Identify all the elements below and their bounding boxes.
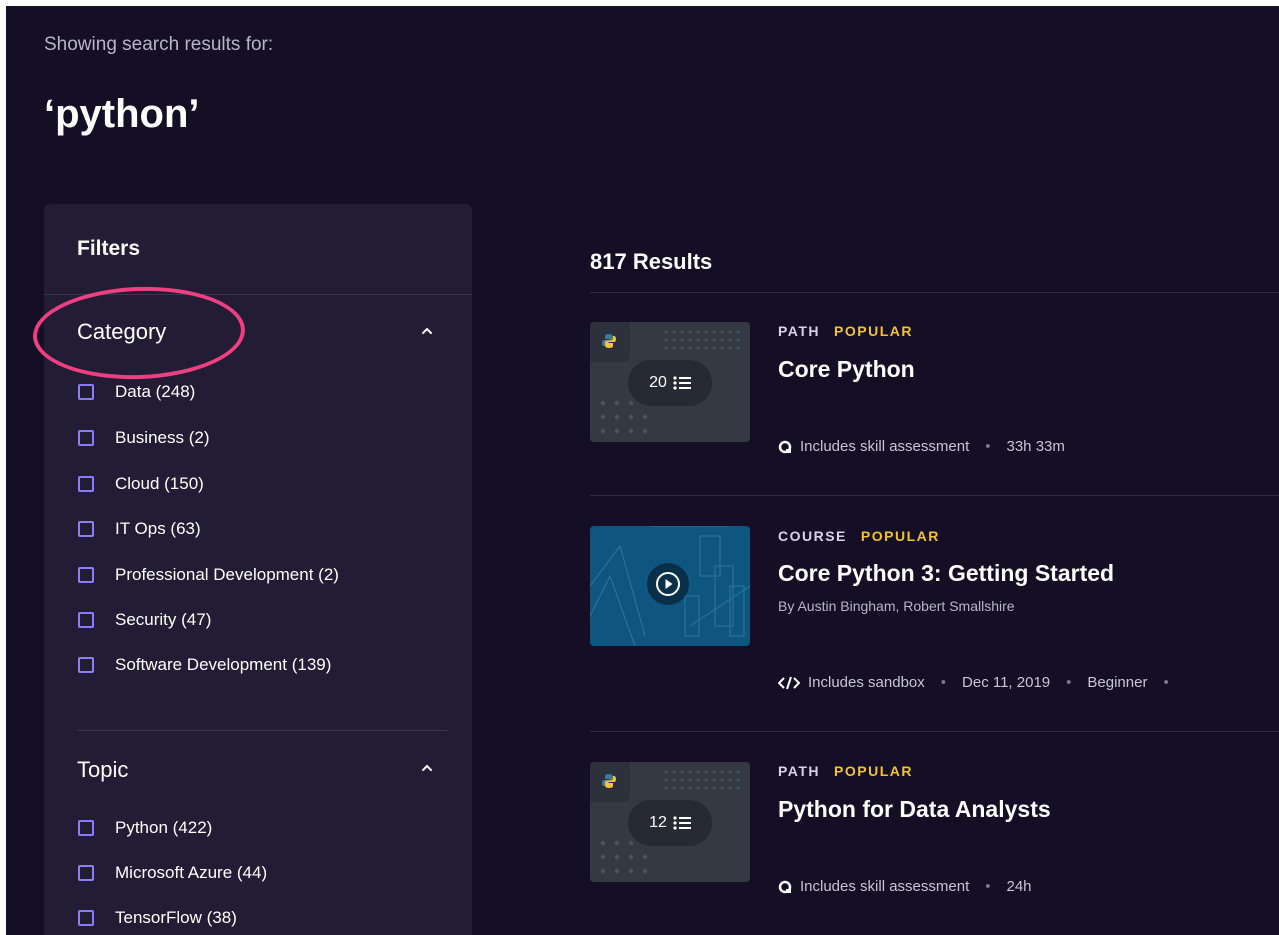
checkbox[interactable] (78, 430, 94, 446)
play-button[interactable] (647, 563, 689, 605)
info-date: Dec 11, 2019 (962, 674, 1051, 691)
python-badge (590, 322, 630, 362)
python-badge (590, 762, 630, 802)
filter-option-label: Data (248) (115, 382, 196, 401)
result-authors: By Austin Bingham, Robert Smallshire (778, 598, 1015, 614)
result-thumbnail[interactable]: 20 (590, 322, 750, 442)
filter-option-label: Microsoft Azure (44) (115, 863, 268, 882)
info-duration: 33h 33m (1006, 438, 1065, 455)
search-label: Showing search results for: (44, 34, 274, 55)
checkbox[interactable] (78, 612, 94, 628)
checkbox[interactable] (78, 476, 94, 492)
results-divider (590, 495, 1279, 496)
separator-dot: • (1066, 674, 1072, 691)
decorative-pattern (662, 328, 742, 350)
checkbox[interactable] (78, 384, 94, 400)
python-logo-icon (602, 334, 616, 348)
separator-dot: • (985, 878, 991, 895)
checkbox[interactable] (78, 865, 94, 881)
decorative-pattern (662, 768, 742, 790)
checkbox[interactable] (78, 910, 94, 926)
search-results-page: Showing search results for: ‘python’ Fil… (6, 6, 1279, 935)
checkbox[interactable] (78, 820, 94, 836)
result-title[interactable]: Core Python 3: Getting Started (778, 560, 1114, 587)
filter-option[interactable]: Professional Development (2) (78, 563, 339, 587)
checkbox[interactable] (78, 521, 94, 537)
result-title[interactable]: Core Python (778, 356, 915, 383)
result-thumbnail[interactable] (590, 526, 750, 646)
info-assessment: Includes skill assessment (800, 438, 970, 455)
filter-option[interactable]: Software Development (139) (78, 653, 331, 677)
search-query: ‘python’ (44, 92, 200, 136)
filter-option-label: Software Development (139) (115, 655, 332, 674)
separator-dot: • (940, 674, 947, 691)
filter-option-label: Cloud (150) (115, 474, 204, 493)
course-count: 12 (649, 814, 667, 831)
results-count: 817 Results (590, 249, 713, 274)
course-count-pill: 12 (628, 800, 712, 846)
filter-option-label: Professional Development (2) (115, 565, 339, 584)
filter-option-label: Security (47) (115, 610, 212, 629)
result-title[interactable]: Python for Data Analysts (778, 796, 1051, 823)
popular-badge: POPULAR (834, 763, 913, 779)
checkbox[interactable] (78, 657, 94, 673)
result-type: PATH (778, 763, 821, 779)
filter-option[interactable]: Cloud (150) (78, 472, 204, 496)
filter-option[interactable]: Security (47) (78, 608, 211, 632)
filter-option-label: Python (422) (115, 818, 213, 837)
result-type: PATH (778, 323, 821, 339)
skill-assessment-icon (778, 440, 792, 453)
result-info: Includes skill assessment • 33h 33m (778, 438, 1065, 455)
list-icon (673, 376, 691, 390)
popular-badge: POPULAR (834, 323, 913, 339)
filter-option[interactable]: Data (248) (78, 380, 195, 404)
results-divider (590, 731, 1279, 732)
result-info: Includes skill assessment • 24h (778, 878, 1032, 895)
info-assessment: Includes skill assessment (800, 878, 970, 895)
list-icon (673, 816, 691, 830)
result-meta: COURSE POPULAR (778, 528, 940, 544)
filter-option-label: Business (2) (115, 428, 210, 447)
course-count-pill: 20 (628, 360, 712, 406)
skill-assessment-icon (778, 880, 792, 893)
play-icon (656, 572, 680, 596)
course-count: 20 (649, 374, 667, 391)
separator-dot: • (985, 438, 991, 455)
filter-option[interactable]: Business (2) (78, 426, 209, 450)
section-divider (77, 730, 447, 731)
result-meta: PATH POPULAR (778, 323, 913, 339)
info-level: Beginner (1087, 674, 1148, 691)
chevron-up-icon[interactable] (420, 324, 434, 338)
code-icon (778, 676, 800, 689)
result-thumbnail[interactable]: 12 (590, 762, 750, 882)
filter-option-label: TensorFlow (38) (115, 908, 237, 927)
separator-dot: • (1163, 674, 1169, 691)
info-duration: 24h (1006, 878, 1032, 895)
filter-section-topic-title[interactable]: Topic (77, 757, 128, 783)
filter-option[interactable]: Microsoft Azure (44) (78, 861, 267, 885)
python-logo-icon (602, 774, 616, 788)
result-type: COURSE (778, 528, 847, 544)
popular-badge: POPULAR (860, 528, 940, 544)
filters-title: Filters (77, 237, 141, 260)
result-info: Includes sandbox • Dec 11, 2019 • Beginn… (778, 674, 1185, 691)
filter-option-label: IT Ops (63) (115, 519, 201, 538)
checkbox[interactable] (78, 567, 94, 583)
info-sandbox: Includes sandbox (808, 674, 925, 691)
filter-option[interactable]: TensorFlow (38) (78, 906, 237, 930)
results-divider (590, 292, 1279, 293)
filter-option[interactable]: IT Ops (63) (78, 517, 201, 541)
filter-option[interactable]: Python (422) (78, 816, 212, 840)
chevron-up-icon[interactable] (420, 761, 434, 775)
result-meta: PATH POPULAR (778, 763, 913, 779)
